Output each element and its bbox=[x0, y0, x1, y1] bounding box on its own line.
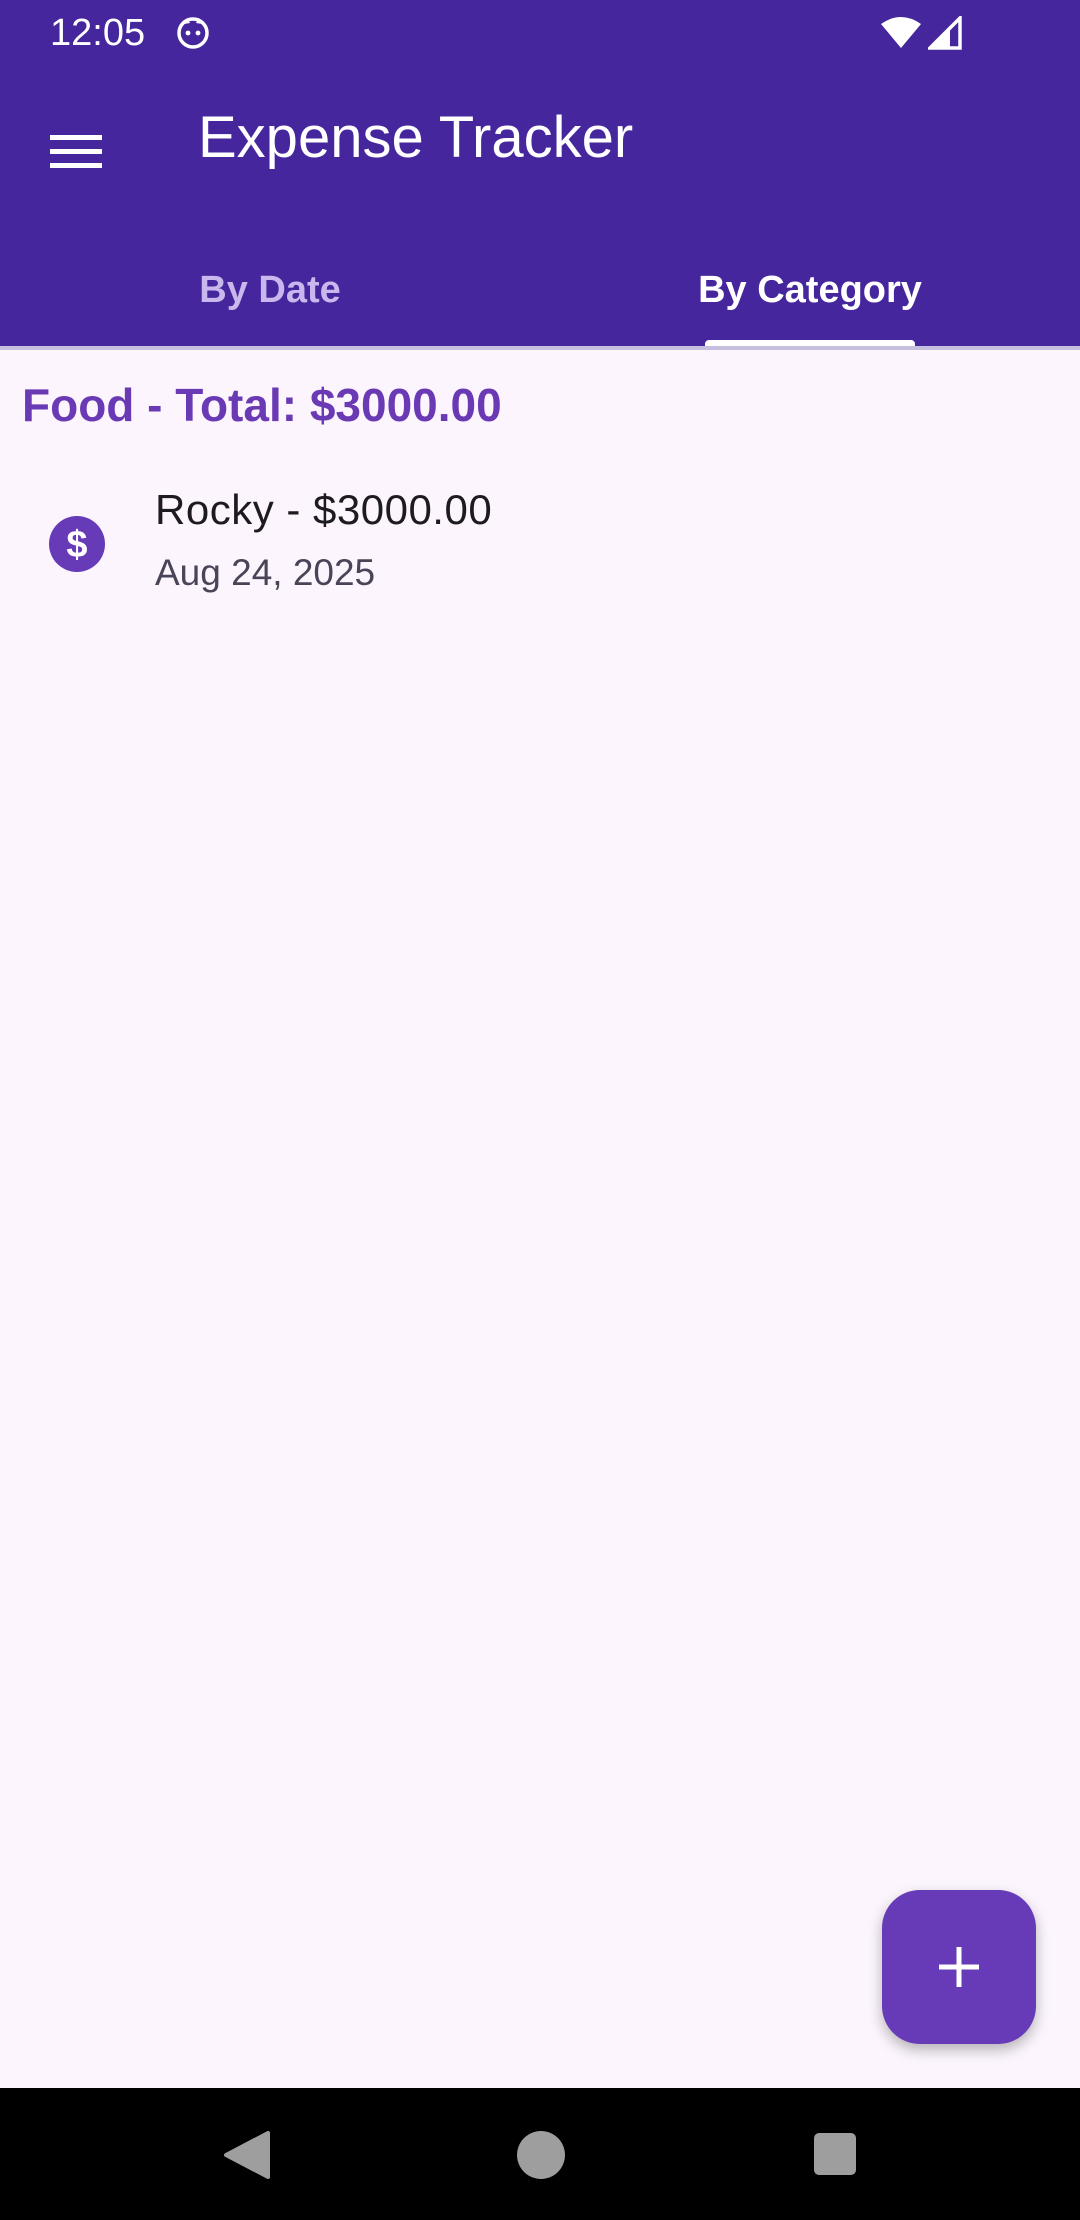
app-bar: Expense Tracker By Date By Category bbox=[0, 66, 1080, 348]
list-item[interactable]: $ Rocky - $3000.00 Aug 24, 2025 bbox=[0, 480, 1080, 630]
menu-button[interactable] bbox=[36, 111, 116, 191]
expense-date: Aug 24, 2025 bbox=[155, 552, 376, 593]
status-time: 12:05 bbox=[50, 12, 146, 54]
expense-title: Rocky - $3000.00 bbox=[155, 486, 493, 533]
cat-notification-icon bbox=[177, 17, 209, 49]
status-bar: 12:05 bbox=[0, 0, 1080, 66]
tab-by-date[interactable]: By Date bbox=[0, 236, 540, 344]
wifi-icon bbox=[881, 17, 921, 48]
plus-icon bbox=[939, 1947, 979, 1987]
dollar-circle-icon: $ bbox=[49, 516, 105, 572]
tab-label: By Date bbox=[199, 268, 341, 311]
tab-label: By Category bbox=[698, 268, 922, 311]
system-nav-bar bbox=[0, 2088, 1080, 2220]
tab-by-category[interactable]: By Category bbox=[540, 236, 1080, 348]
home-icon[interactable] bbox=[516, 2130, 566, 2180]
signal-icon bbox=[928, 16, 962, 50]
page-title: Expense Tracker bbox=[198, 105, 634, 170]
hamburger-menu-icon bbox=[50, 135, 102, 168]
category-header: Food - Total: $3000.00 bbox=[22, 379, 502, 431]
recents-icon[interactable] bbox=[813, 2132, 857, 2176]
svg-text:$: $ bbox=[66, 524, 87, 566]
add-expense-button[interactable] bbox=[882, 1890, 1036, 2044]
back-icon[interactable] bbox=[222, 2130, 272, 2180]
tab-bar: By Date By Category bbox=[0, 236, 1080, 348]
expense-list: Food - Total: $3000.00 $ Rocky - $3000.0… bbox=[0, 350, 1080, 2088]
